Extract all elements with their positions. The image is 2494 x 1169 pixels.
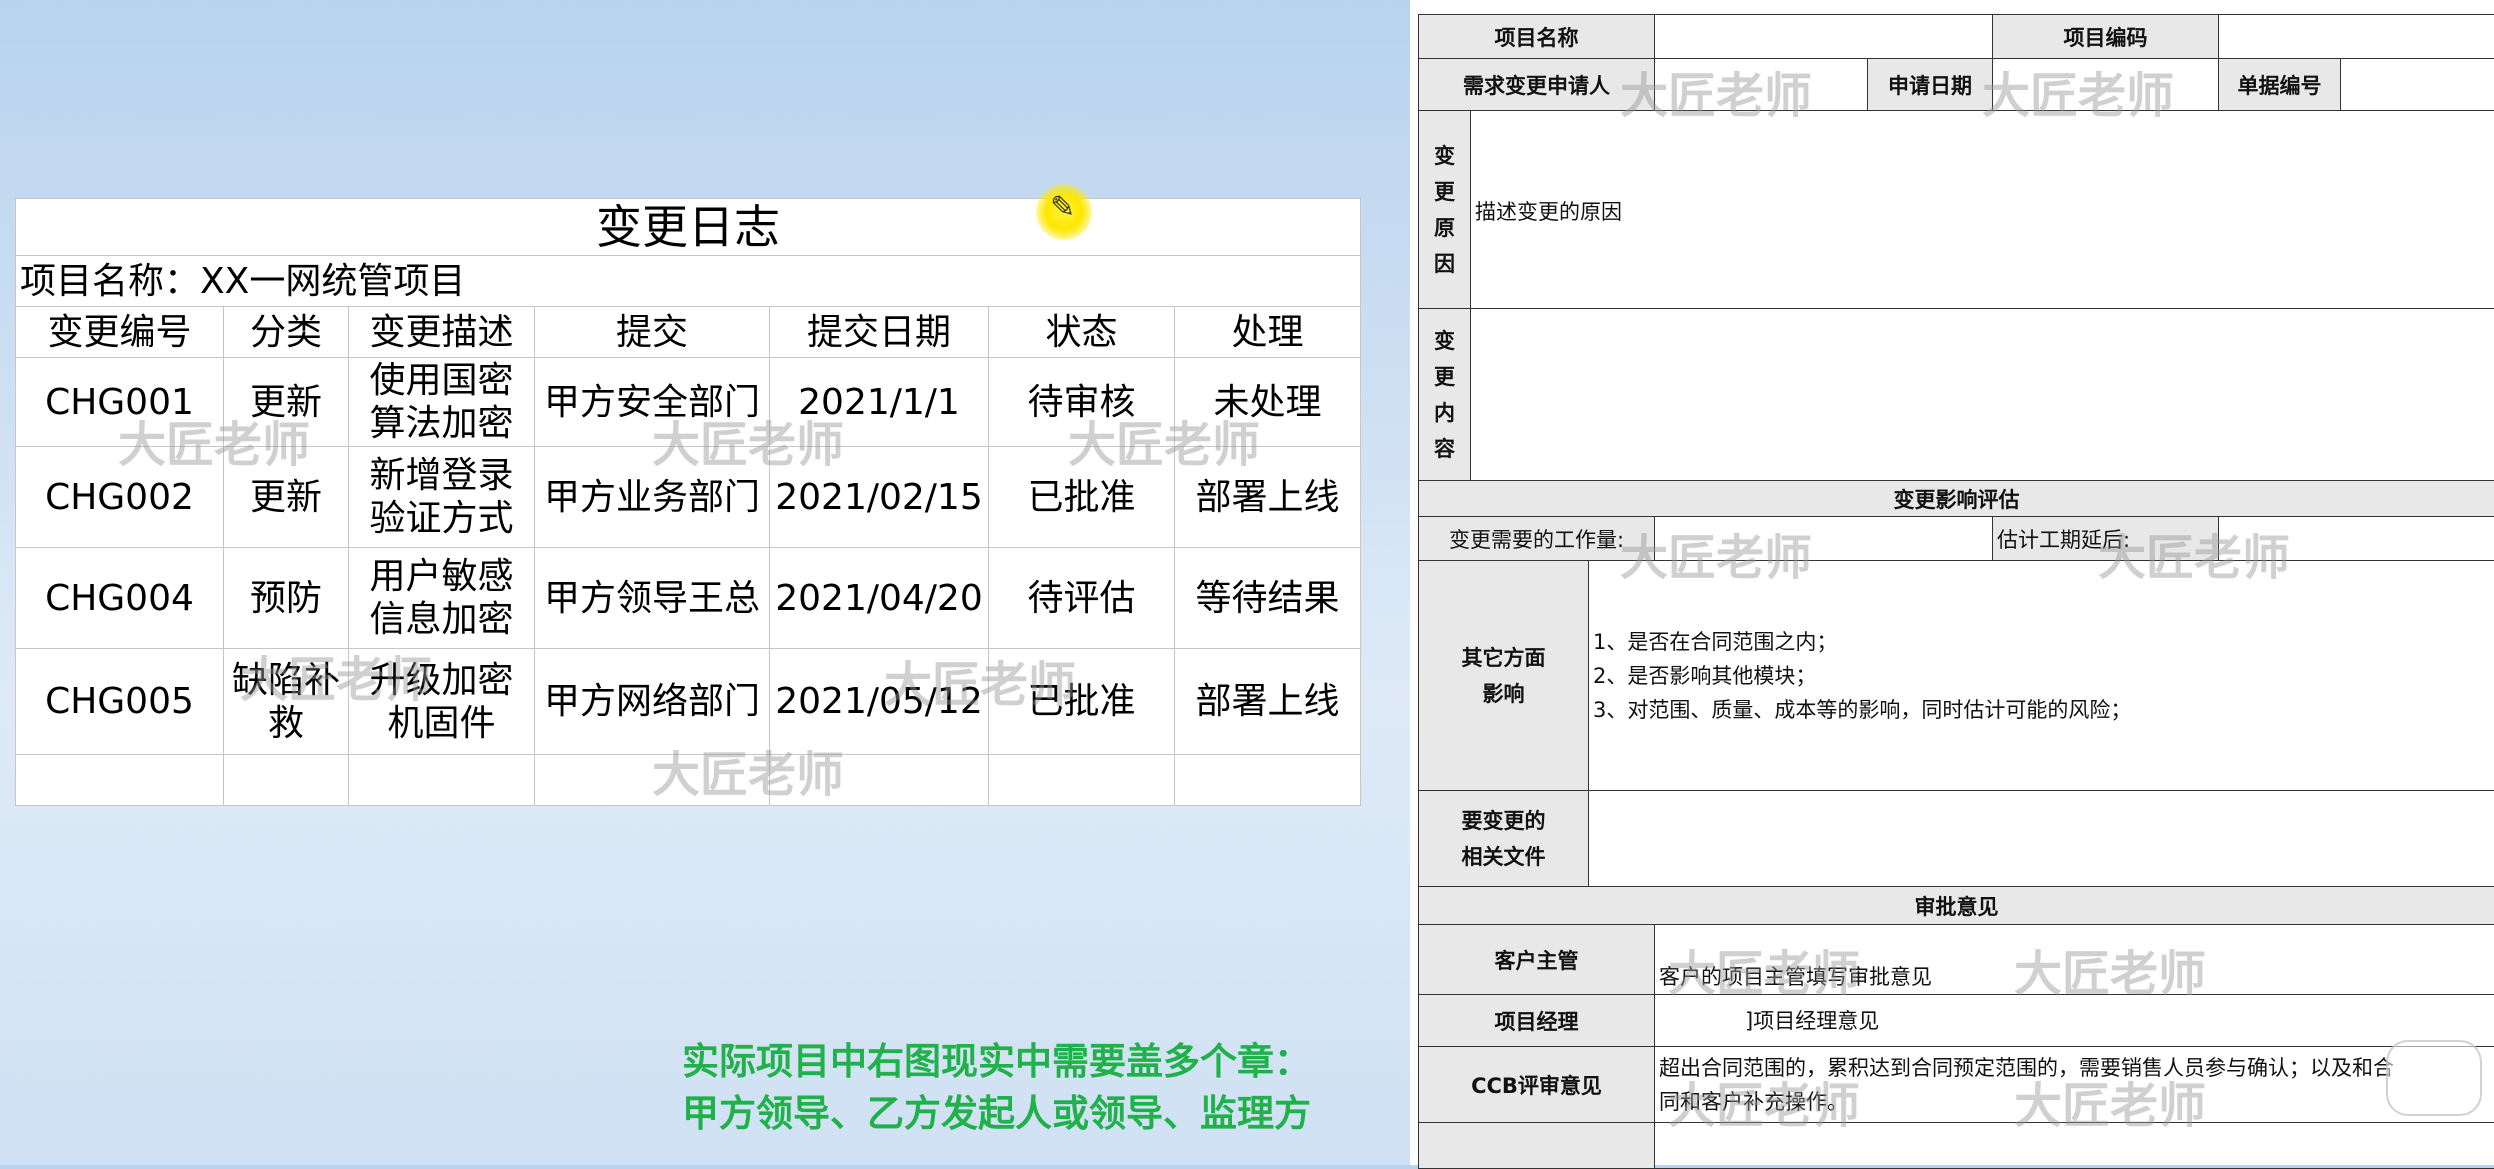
doc-no-label: 单据编号: [2219, 59, 2341, 111]
date-cell: 2021/02/15: [770, 447, 989, 548]
table-row: CHG005 缺陷补救 升级加密机固件 甲方网络部门 2021/05/12 已批…: [16, 649, 1361, 755]
empty-row: [16, 755, 1361, 806]
table-row: CHG004 预防 用户敏感信息加密 甲方领导王总 2021/04/20 待评估…: [16, 548, 1361, 649]
date-cell: 2021/05/12: [770, 649, 989, 755]
date-cell: 2021/04/20: [770, 548, 989, 649]
impact-item: 2、是否影响其他模块；: [1593, 659, 2490, 693]
workload-value[interactable]: [1655, 517, 1993, 561]
approval-section-header: 审批意见: [1419, 887, 2494, 925]
change-id-cell: CHG002: [16, 447, 224, 548]
reason-field[interactable]: 描述变更的原因: [1471, 111, 2494, 309]
description-cell: 用户敏感信息加密: [349, 548, 535, 649]
category-cell: 预防: [224, 548, 349, 649]
delay-value[interactable]: [2219, 517, 2494, 561]
submitter-cell: 甲方安全部门: [535, 358, 770, 447]
change-log-table: 变更日志 项目名称：XX一网统管项目 变更编号 分类 变更描述 提交 提交日期 …: [15, 198, 1361, 806]
column-header: 状态: [989, 307, 1175, 358]
project-name-value[interactable]: [1655, 15, 1993, 59]
requester-value[interactable]: [1655, 59, 1868, 111]
column-header: 分类: [224, 307, 349, 358]
table-row: CHG001 更新 使用国密算法加密 甲方安全部门 2021/1/1 待审核 未…: [16, 358, 1361, 447]
reason-label: 变更原因: [1419, 111, 1471, 309]
change-id-cell: CHG005: [16, 649, 224, 755]
project-code-label: 项目编码: [1993, 15, 2219, 59]
project-name-line: 项目名称：XX一网统管项目: [16, 256, 1361, 307]
project-code-value[interactable]: [2219, 15, 2494, 59]
handling-cell: 部署上线: [1175, 649, 1361, 755]
note-line-1: 实际项目中右图现实中需要盖多个章：: [682, 1036, 1311, 1088]
column-header: 提交: [535, 307, 770, 358]
description-cell: 使用国密算法加密: [349, 358, 535, 447]
ccb-field[interactable]: 超出合同范围的，累积达到合同预定范围的，需要销售人员参与确认；以及和合 同和客户…: [1655, 1047, 2494, 1123]
requester-label: 需求变更申请人: [1419, 59, 1655, 111]
apply-date-label: 申请日期: [1868, 59, 1993, 111]
submitter-cell: 甲方业务部门: [535, 447, 770, 548]
status-cell: 已批准: [989, 447, 1175, 548]
category-cell: 缺陷补救: [224, 649, 349, 755]
pm-label: 项目经理: [1419, 995, 1655, 1047]
customer-lead-field[interactable]: 客户的项目主管填写审批意见: [1655, 925, 2494, 995]
other-impact-label: 其它方面影响: [1419, 561, 1589, 791]
delay-label: 估计工期延后:: [1993, 517, 2219, 561]
pencil-cursor-icon: ✎: [1036, 184, 1092, 240]
change-log-title: 变更日志: [16, 199, 1361, 256]
ccb-text-line: 超出合同范围的，累积达到合同预定范围的，需要销售人员参与确认；以及和合: [1659, 1051, 2490, 1085]
category-cell: 更新: [224, 358, 349, 447]
description-cell: 升级加密机固件: [349, 649, 535, 755]
submitter-cell: 甲方网络部门: [535, 649, 770, 755]
category-cell: 更新: [224, 447, 349, 548]
handling-cell: 等待结果: [1175, 548, 1361, 649]
note-line-2: 甲方领导、乙方发起人或领导、监理方: [682, 1088, 1311, 1140]
impact-item: 3、对范围、质量、成本等的影响，同时估计可能的风险；: [1593, 693, 2490, 727]
ccb-text-line: 同和客户补充操作。: [1659, 1085, 2490, 1119]
change-request-form: 项目名称 项目编码 需求变更申请人 申请日期 单据编号 变更原因 描述变更的原因…: [1410, 0, 2494, 1165]
change-id-cell: CHG004: [16, 548, 224, 649]
related-docs-label: 要变更的相关文件: [1419, 791, 1589, 887]
impact-item: 1、是否在合同范围之内；: [1593, 625, 2490, 659]
content-field[interactable]: [1471, 309, 2494, 481]
status-cell: 待审核: [989, 358, 1175, 447]
change-id-cell: CHG001: [16, 358, 224, 447]
pm-field[interactable]: ]项目经理意见: [1655, 995, 2494, 1047]
annotation-note: 实际项目中右图现实中需要盖多个章： 甲方领导、乙方发起人或领导、监理方: [682, 1036, 1311, 1140]
column-header: 处理: [1175, 307, 1361, 358]
column-header: 变更描述: [349, 307, 535, 358]
ccb-label: CCB评审意见: [1419, 1047, 1655, 1123]
other-impact-field[interactable]: 1、是否在合同范围之内； 2、是否影响其他模块； 3、对范围、质量、成本等的影响…: [1589, 561, 2494, 791]
customer-lead-label: 客户主管: [1419, 925, 1655, 995]
status-cell: 已批准: [989, 649, 1175, 755]
project-name-label: 项目名称: [1419, 15, 1655, 59]
apply-date-value[interactable]: [1993, 59, 2219, 111]
content-label: 变更内容: [1419, 309, 1471, 481]
impact-section-header: 变更影响评估: [1419, 481, 2494, 517]
handling-cell: 未处理: [1175, 358, 1361, 447]
status-cell: 待评估: [989, 548, 1175, 649]
table-row: CHG002 更新 新增登录验证方式 甲方业务部门 2021/02/15 已批准…: [16, 447, 1361, 548]
handling-cell: 部署上线: [1175, 447, 1361, 548]
change-request-table: 项目名称 项目编码 需求变更申请人 申请日期 单据编号 变更原因 描述变更的原因…: [1418, 14, 2494, 1169]
column-header: 变更编号: [16, 307, 224, 358]
workload-label: 变更需要的工作量:: [1419, 517, 1655, 561]
doc-no-value[interactable]: [2341, 59, 2494, 111]
column-header: 提交日期: [770, 307, 989, 358]
related-docs-field[interactable]: [1589, 791, 2494, 887]
date-cell: 2021/1/1: [770, 358, 989, 447]
submitter-cell: 甲方领导王总: [535, 548, 770, 649]
table-header-row: 变更编号 分类 变更描述 提交 提交日期 状态 处理: [16, 307, 1361, 358]
description-cell: 新增登录验证方式: [349, 447, 535, 548]
emoji-button[interactable]: [2386, 1040, 2482, 1116]
